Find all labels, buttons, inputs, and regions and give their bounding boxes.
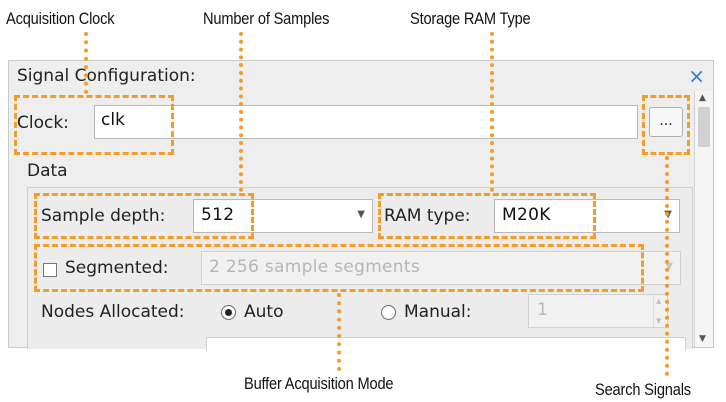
- connector-number-of-samples: [239, 32, 243, 192]
- scroll-thumb[interactable]: [698, 107, 710, 147]
- callout-buffer-acquisition-mode: Buffer Acquisition Mode: [244, 374, 394, 393]
- segmented-label: Segmented:: [65, 258, 169, 278]
- scroll-up-icon[interactable]: ▲: [699, 93, 706, 103]
- signal-configuration-panel: Signal Configuration: × Clock: clk ... D…: [8, 60, 714, 351]
- segmented-select[interactable]: 2 256 sample segments ▼: [201, 251, 681, 285]
- manual-label: Manual:: [404, 302, 472, 322]
- nodes-allocated-label: Nodes Allocated:: [41, 302, 185, 322]
- ram-type-label: RAM type:: [384, 206, 471, 226]
- auto-radio[interactable]: [221, 305, 236, 320]
- callout-storage-ram-type: Storage RAM Type: [410, 9, 531, 28]
- connector-buffer-acquisition-mode: [337, 293, 341, 371]
- chevron-down-icon: ▼: [656, 317, 662, 325]
- auto-label: Auto: [244, 302, 284, 322]
- sample-depth-label: Sample depth:: [41, 206, 166, 226]
- clock-input[interactable]: clk: [94, 105, 638, 139]
- data-section-label: Data: [27, 161, 68, 181]
- ram-type-select[interactable]: M20K ▼: [494, 199, 680, 233]
- manual-stepper[interactable]: 1 ▲ ▼: [528, 294, 668, 328]
- chevron-up-icon: ▲: [656, 297, 662, 305]
- panel-scrollbar[interactable]: ▲ ▼: [694, 91, 713, 347]
- callout-acquisition-clock: Acquisition Clock: [6, 9, 115, 28]
- sample-depth-select[interactable]: 512 ▼: [193, 199, 373, 233]
- connector-storage-ram-type: [490, 32, 494, 192]
- ram-type-value: M20K: [502, 205, 551, 225]
- scroll-down-icon[interactable]: ▼: [699, 334, 706, 344]
- callout-search-signals: Search Signals: [595, 380, 691, 399]
- connector-acquisition-clock: [84, 32, 88, 94]
- panel-titlebar: Signal Configuration: ×: [9, 61, 713, 91]
- close-icon[interactable]: ×: [688, 64, 705, 88]
- sample-depth-value: 512: [201, 205, 235, 225]
- clock-label: Clock:: [17, 113, 69, 133]
- callout-number-of-samples: Number of Samples: [203, 9, 330, 28]
- data-group: Sample depth: 512 ▼ RAM type: M20K ▼ Seg…: [27, 187, 693, 351]
- panel-title: Signal Configuration:: [17, 66, 196, 86]
- manual-value: 1: [537, 300, 548, 320]
- segmented-value: 2 256 sample segments: [209, 257, 421, 277]
- connector-search-signals: [665, 156, 669, 376]
- search-signals-button[interactable]: ...: [649, 107, 683, 137]
- chevron-down-icon: ▼: [357, 209, 365, 220]
- segmented-checkbox[interactable]: [43, 263, 57, 277]
- partial-field: [206, 337, 686, 351]
- manual-radio[interactable]: [381, 305, 396, 320]
